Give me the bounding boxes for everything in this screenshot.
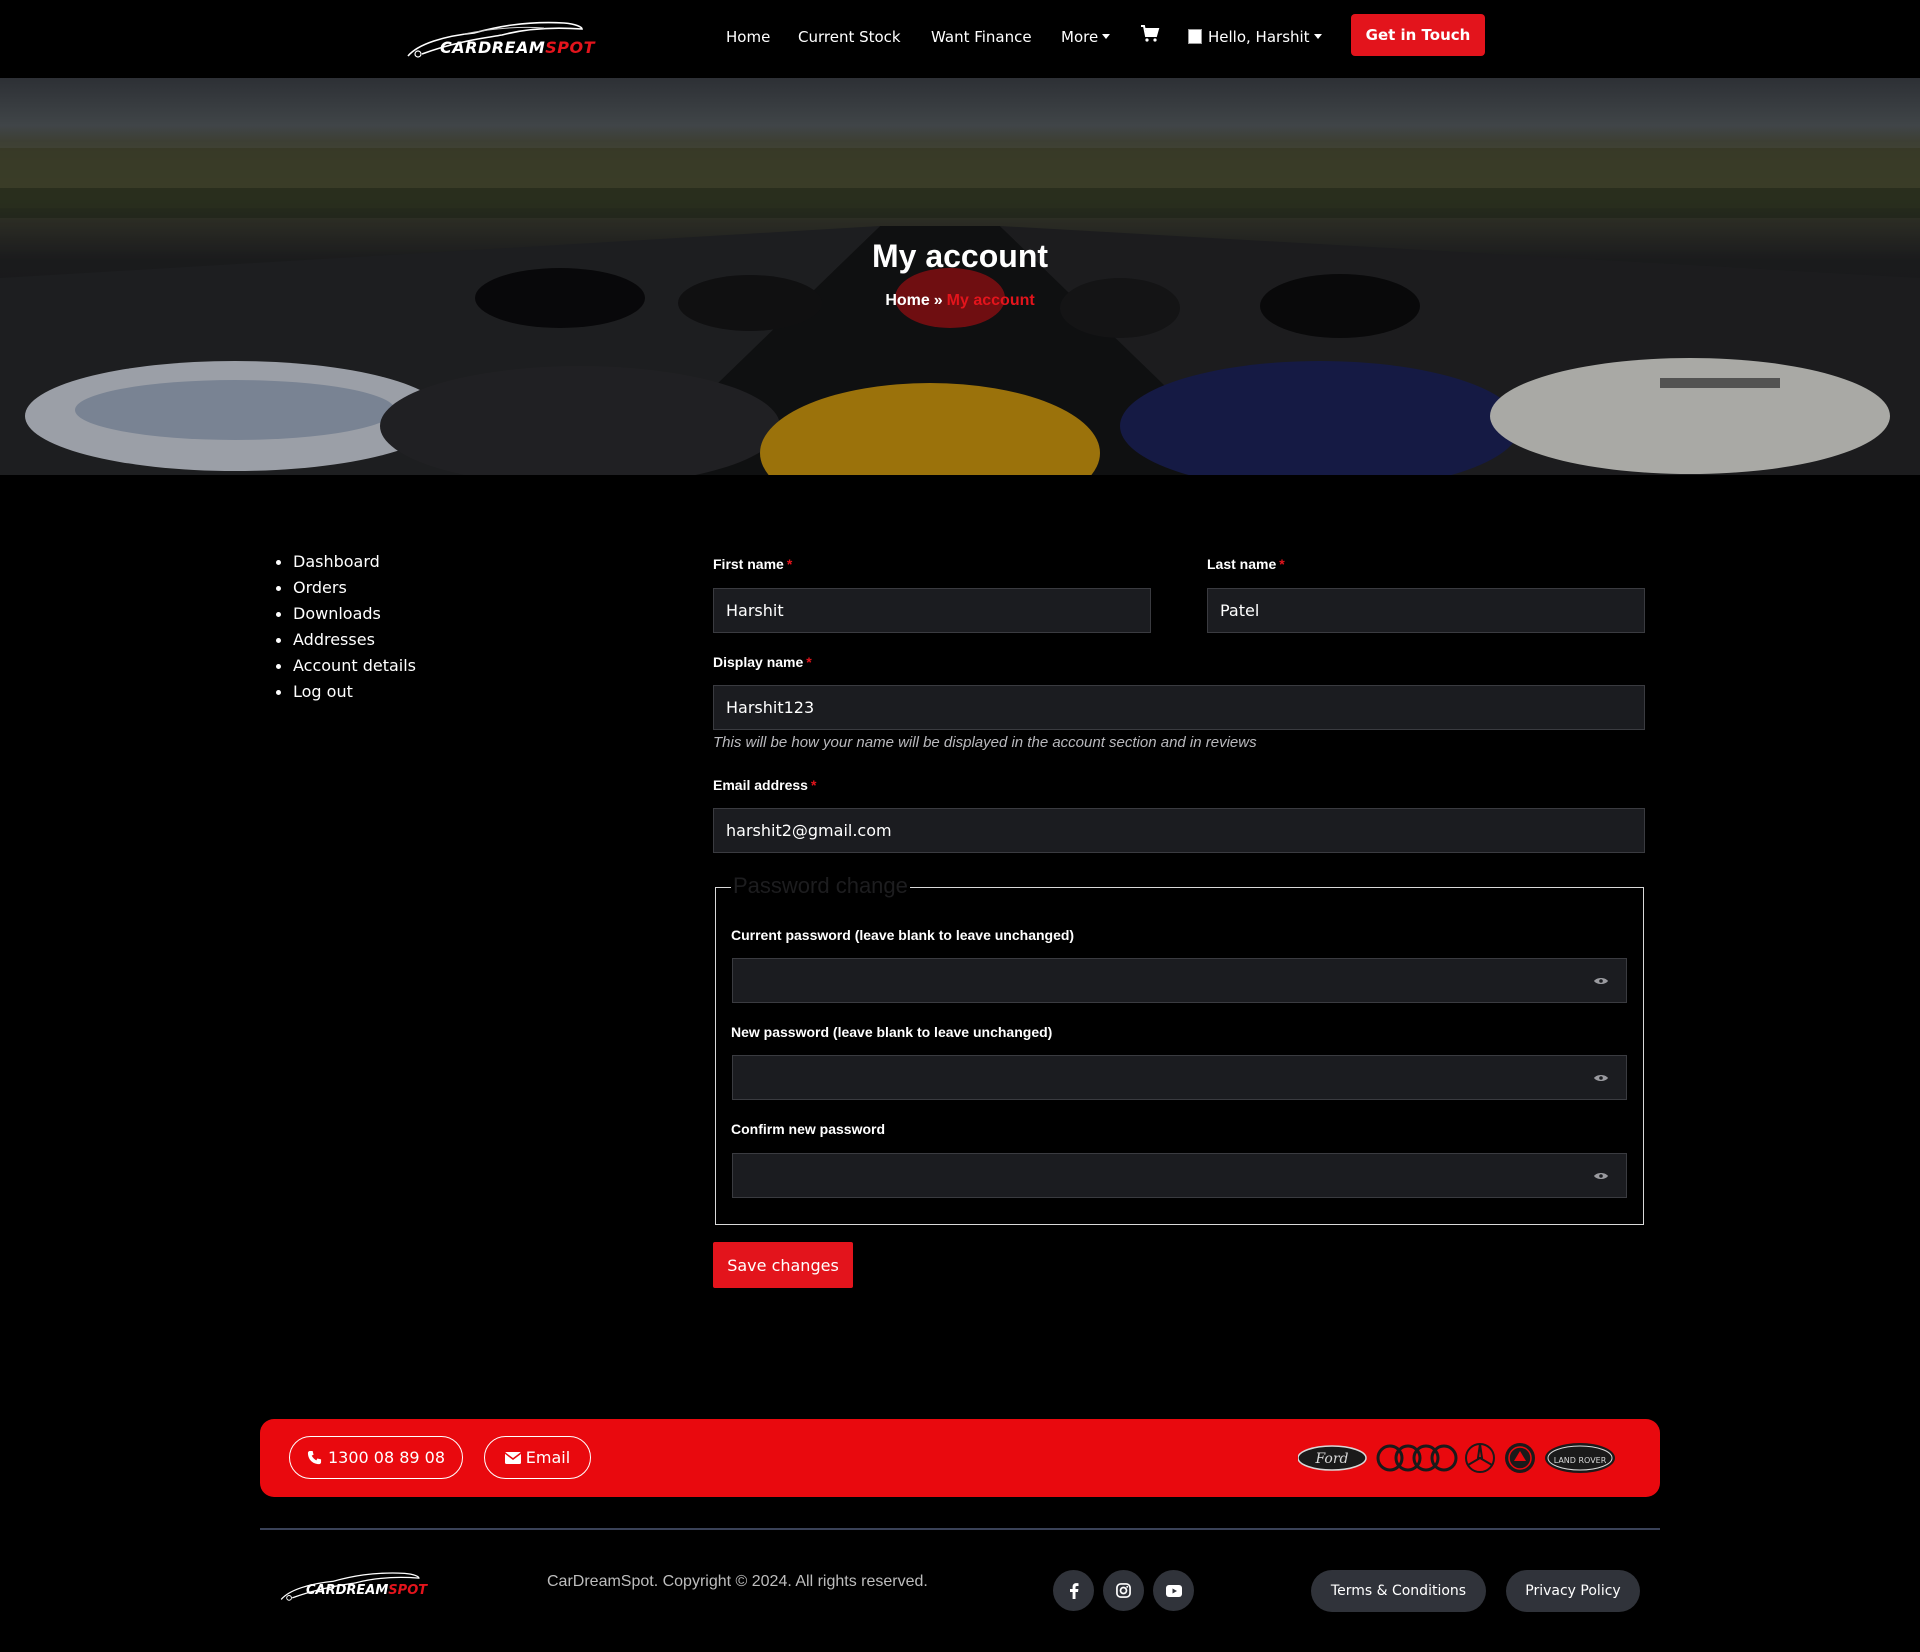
- audi-logo: [1376, 1444, 1458, 1472]
- last-name-label-text: Last name: [1207, 556, 1277, 572]
- display-name-field[interactable]: Harshit123: [713, 685, 1645, 730]
- breadcrumb-separator: »: [933, 292, 943, 309]
- site-header: CARDREAMSPOT Home Current Stock Want Fin…: [0, 0, 1920, 78]
- required-marker: *: [806, 654, 812, 670]
- display-name-hint: This will be how your name will be displ…: [713, 734, 1257, 751]
- skoda-logo: [1505, 1443, 1535, 1473]
- confirm-password-field[interactable]: [732, 1153, 1627, 1198]
- required-marker: *: [810, 777, 817, 793]
- breadcrumb: Home» My account: [0, 292, 1920, 310]
- land-rover-logo: LAND ROVER: [1545, 1443, 1615, 1473]
- current-password-field[interactable]: [732, 958, 1627, 1003]
- first-name-field[interactable]: Harshit: [713, 588, 1151, 633]
- required-marker: *: [1279, 556, 1285, 572]
- user-avatar-icon: [1188, 29, 1202, 44]
- account-nav-orders[interactable]: Orders: [275, 579, 416, 605]
- ford-logo: Ford: [1298, 1445, 1367, 1471]
- save-changes-button[interactable]: Save changes: [713, 1242, 853, 1288]
- required-marker: *: [786, 556, 793, 572]
- breadcrumb-home[interactable]: Home: [885, 292, 929, 309]
- email-field[interactable]: harshit2@gmail.com: [713, 808, 1645, 853]
- email-button[interactable]: Email: [484, 1436, 591, 1479]
- nav-current-stock[interactable]: Current Stock: [798, 28, 901, 46]
- new-password-field[interactable]: [732, 1055, 1627, 1100]
- email-label-text: Email address: [713, 777, 808, 793]
- user-menu-dropdown[interactable]: Hello, Harshit: [1188, 28, 1322, 46]
- logo-word-1: CARDREAM: [440, 38, 546, 57]
- account-nav-account-details[interactable]: Account details: [275, 657, 416, 683]
- brand-ford: Ford: [1314, 1451, 1348, 1467]
- nav-more-dropdown[interactable]: More: [1061, 28, 1111, 46]
- envelope-icon: [504, 1451, 521, 1464]
- footer-logo-word-2: SPOT: [388, 1583, 428, 1598]
- email-label: Email address *: [713, 777, 816, 793]
- nav-want-finance[interactable]: Want Finance: [931, 28, 1032, 46]
- copyright-text: CarDreamSpot. Copyright © 2024. All righ…: [547, 1573, 928, 1590]
- site-logo[interactable]: CARDREAMSPOT: [404, 18, 596, 60]
- email-button-label: Email: [525, 1448, 571, 1467]
- phone-button[interactable]: 1300 08 89 08: [289, 1436, 463, 1479]
- eye-icon[interactable]: [1594, 1074, 1608, 1082]
- page-title: My account: [871, 238, 1049, 274]
- account-navigation: Dashboard Orders Downloads Addresses Acc…: [275, 553, 416, 709]
- privacy-link[interactable]: Privacy Policy: [1506, 1570, 1640, 1612]
- first-name-label: First name *: [713, 556, 792, 572]
- instagram-button[interactable]: [1103, 1570, 1144, 1611]
- instagram-icon: [1116, 1583, 1131, 1598]
- phone-icon: [307, 1450, 322, 1465]
- brand-land-rover: LAND ROVER: [1554, 1456, 1607, 1465]
- footer-divider: [260, 1528, 1660, 1530]
- eye-icon[interactable]: [1594, 1172, 1608, 1180]
- last-name-field[interactable]: Patel: [1207, 588, 1645, 633]
- first-name-label-text: First name: [713, 556, 784, 572]
- nav-more-label: More: [1061, 28, 1099, 46]
- account-nav-downloads[interactable]: Downloads: [275, 605, 416, 631]
- facebook-button[interactable]: [1053, 1570, 1094, 1611]
- last-name-label: Last name *: [1207, 556, 1285, 572]
- contact-bar: 1300 08 89 08 Email Ford LAND ROVER: [260, 1419, 1660, 1497]
- display-name-label: Display name *: [713, 654, 812, 670]
- hero-banner: My account Home» My account: [0, 78, 1920, 475]
- account-nav-addresses[interactable]: Addresses: [275, 631, 416, 657]
- display-name-label-text: Display name: [713, 654, 804, 670]
- phone-number: 1300 08 89 08: [327, 1448, 446, 1467]
- facebook-icon: [1069, 1582, 1078, 1599]
- password-change-legend: Password change: [731, 873, 910, 899]
- terms-link[interactable]: Terms & Conditions: [1311, 1570, 1486, 1612]
- breadcrumb-current: My account: [946, 292, 1035, 309]
- mercedes-logo: [1465, 1443, 1495, 1473]
- user-greeting: Hello, Harshit: [1208, 28, 1310, 46]
- chevron-down-icon: [1102, 34, 1111, 39]
- get-in-touch-button[interactable]: Get in Touch: [1351, 14, 1485, 56]
- nav-home[interactable]: Home: [726, 28, 770, 46]
- account-nav-dashboard[interactable]: Dashboard: [275, 553, 416, 579]
- youtube-button[interactable]: [1153, 1570, 1194, 1611]
- new-password-label: New password (leave blank to leave uncha…: [731, 1024, 1053, 1040]
- current-password-label: Current password (leave blank to leave u…: [731, 927, 1075, 943]
- logo-word-2: SPOT: [545, 38, 596, 57]
- confirm-password-label: Confirm new password: [731, 1121, 886, 1137]
- cart-icon[interactable]: [1140, 24, 1160, 44]
- footer-logo[interactable]: CARDREAMSPOT: [278, 1568, 430, 1604]
- footer-logo-word-1: CARDREAM: [306, 1583, 389, 1598]
- eye-icon[interactable]: [1594, 977, 1608, 985]
- car-brands-logos: Ford LAND ROVER: [1298, 1443, 1615, 1473]
- account-nav-log-out[interactable]: Log out: [275, 683, 416, 709]
- hero-cars-image: [0, 148, 1920, 475]
- youtube-icon: [1165, 1584, 1182, 1597]
- chevron-down-icon: [1313, 34, 1322, 39]
